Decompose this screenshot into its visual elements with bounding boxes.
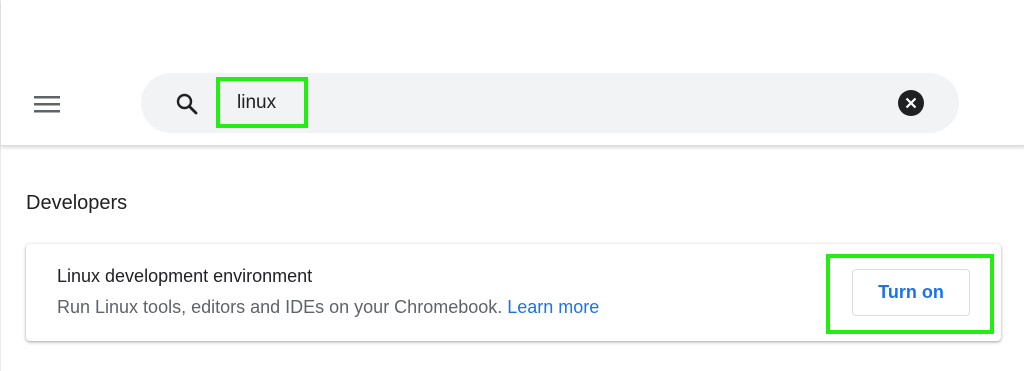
clear-search-icon bbox=[905, 97, 917, 109]
main-menu-button[interactable] bbox=[27, 88, 67, 120]
search-bar[interactable] bbox=[141, 73, 959, 133]
search-icon bbox=[176, 93, 198, 115]
clear-search-button[interactable] bbox=[898, 90, 924, 116]
search-input[interactable] bbox=[237, 89, 857, 117]
settings-header bbox=[1, 0, 1024, 146]
turn-on-button[interactable]: Turn on bbox=[852, 269, 970, 316]
card-description-text: Run Linux tools, editors and IDEs on you… bbox=[57, 297, 503, 317]
card-description: Run Linux tools, editors and IDEs on you… bbox=[57, 297, 599, 318]
section-title: Developers bbox=[26, 192, 128, 214]
linux-settings-card: Linux development environment Run Linux … bbox=[26, 244, 1001, 341]
hamburger-menu-icon bbox=[34, 96, 60, 113]
settings-window: Developers Linux development environment… bbox=[0, 0, 1024, 371]
learn-more-link[interactable]: Learn more bbox=[507, 297, 599, 317]
card-title: Linux development environment bbox=[57, 266, 313, 286]
